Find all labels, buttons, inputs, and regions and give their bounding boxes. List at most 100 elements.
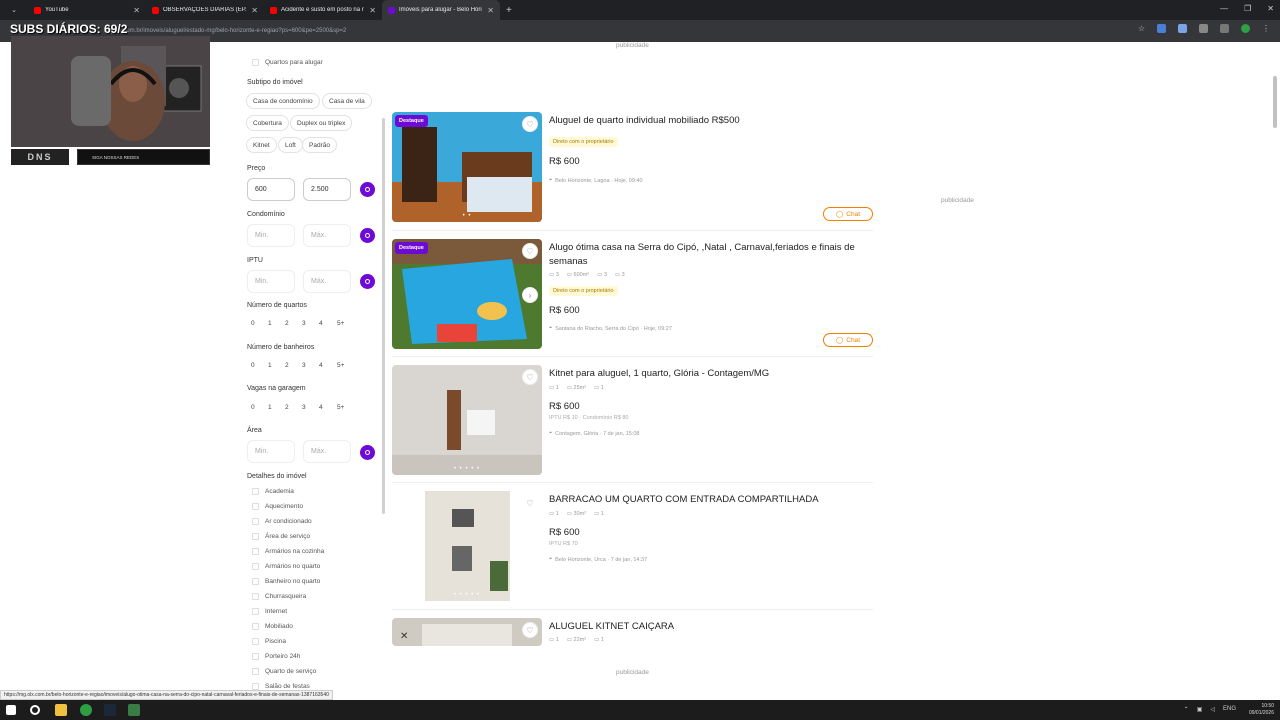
tab-youtube[interactable]: YouTube ✕ [28, 0, 146, 20]
favorite-heart-icon[interactable]: ♡ [522, 622, 538, 638]
listing-photo[interactable] [392, 491, 542, 601]
sidebar-scrollbar[interactable] [382, 118, 385, 514]
chip-padrao[interactable]: Padrão [302, 137, 337, 153]
file-explorer-icon[interactable] [55, 704, 67, 716]
listing-card[interactable]: ♡ • • • • • Kitnet para aluguel, 1 quart… [392, 365, 873, 477]
favorite-heart-icon[interactable]: ♡ [522, 495, 538, 511]
vagas-0[interactable]: 0 [251, 404, 255, 411]
extensions-icon[interactable] [1199, 24, 1208, 33]
chat-button[interactable]: ◯ Chat [823, 333, 873, 347]
iptu-search-button[interactable] [360, 274, 375, 289]
tab-imoveis[interactable]: Imóveis para alugar - Belo Hori ✕ [382, 0, 500, 20]
detalhe-piscina[interactable]: Piscina [252, 638, 286, 645]
quartos-0[interactable]: 0 [251, 320, 255, 327]
windows-start-icon[interactable] [6, 705, 16, 715]
banheiros-0[interactable]: 0 [251, 362, 255, 369]
banheiros-3[interactable]: 3 [302, 362, 306, 369]
detalhe-armarios-cozinha[interactable]: Armários na cozinha [252, 548, 324, 555]
star-icon[interactable]: ☆ [1138, 24, 1145, 33]
clock[interactable]: 10:50 09/01/2026 [1249, 703, 1274, 716]
filter-quartos-para-alugar[interactable]: Quartos para alugar [252, 59, 323, 66]
maximize-button[interactable]: ❐ [1244, 4, 1251, 13]
close-ad-icon[interactable]: ✕ [400, 631, 408, 642]
app-icon[interactable] [128, 704, 140, 716]
detalhe-quarto-servico[interactable]: Quarto de serviço [252, 668, 316, 675]
detalhe-ar-condicionado[interactable]: Ar condicionado [252, 518, 312, 525]
detalhe-area-servico[interactable]: Área de serviço [252, 533, 310, 540]
area-max-input[interactable]: Máx. [303, 440, 351, 463]
listing-photo[interactable] [392, 239, 542, 349]
address-bar[interactable]: mg.olx.com.br/imoveis/aluguel/estado-mg/… [98, 24, 1128, 38]
area-min-input[interactable]: Min. [247, 440, 295, 463]
chevron-up-icon[interactable]: ⌃ [1184, 706, 1189, 713]
detalhe-churrasqueira[interactable]: Churrasqueira [252, 593, 306, 600]
preco-max-input[interactable]: 2.500 [303, 178, 351, 201]
quartos-4[interactable]: 4 [319, 320, 323, 327]
condominio-max-input[interactable]: Máx. [303, 224, 351, 247]
condominio-search-button[interactable] [360, 228, 375, 243]
listing-title[interactable]: ALUGUEL KITNET CAIÇARA [549, 620, 869, 634]
listing-card[interactable]: ♡ ALUGUEL KITNET CAIÇARA ▭ 1 ▭ 22m² ▭ 1 [392, 618, 873, 646]
search-icon[interactable] [30, 705, 40, 715]
sidepanel-icon[interactable] [1220, 24, 1229, 33]
lang-indicator[interactable]: ENG [1223, 706, 1236, 713]
close-tab-icon[interactable]: ✕ [487, 6, 494, 15]
favorite-heart-icon[interactable]: ♡ [522, 243, 538, 259]
chip-duplex[interactable]: Duplex ou triplex [290, 115, 353, 131]
tab-observacoes[interactable]: OBSERVAÇÕES DIÁRIAS (EP. 30 ✕ [146, 0, 264, 20]
extension-icon[interactable] [1178, 24, 1187, 33]
chip-cobertura[interactable]: Cobertura [246, 115, 289, 131]
extension-icon[interactable] [1157, 24, 1166, 33]
new-tab-button[interactable]: + [500, 5, 512, 16]
condominio-min-input[interactable]: Min. [247, 224, 295, 247]
detalhe-aquecimento[interactable]: Aquecimento [252, 503, 303, 510]
steam-icon[interactable] [104, 704, 116, 716]
window-close-button[interactable]: ✕ [1267, 4, 1274, 13]
listing-card[interactable]: ♡ • • • • • BARRACAO UM QUARTO COM ENTRA… [392, 491, 873, 603]
listing-photo[interactable] [392, 618, 542, 646]
banheiros-2[interactable]: 2 [285, 362, 289, 369]
quartos-3[interactable]: 3 [302, 320, 306, 327]
page-scrollbar[interactable] [1273, 76, 1277, 128]
iptu-max-input[interactable]: Máx. [303, 270, 351, 293]
chat-button[interactable]: ◯ Chat [823, 207, 873, 221]
preco-search-button[interactable] [360, 182, 375, 197]
chip-loft[interactable]: Loft [278, 137, 303, 153]
banheiros-4[interactable]: 4 [319, 362, 323, 369]
tab-acidente[interactable]: Acidente e susto em posto na r ✕ [264, 0, 382, 20]
listing-photo[interactable] [392, 365, 542, 475]
detalhe-porteiro[interactable]: Porteiro 24h [252, 653, 300, 660]
listing-card[interactable]: Destaque ♡ • • Aluguel de quarto individ… [392, 112, 873, 224]
avatar[interactable] [1241, 24, 1250, 33]
network-icon[interactable]: ▣ [1197, 706, 1203, 713]
detalhe-salao-festas[interactable]: Salão de festas [252, 683, 310, 690]
listing-card[interactable]: Destaque ♡ › Alugo ótima casa na Serra d… [392, 239, 873, 351]
chrome-icon[interactable] [80, 704, 92, 716]
detalhe-internet[interactable]: Internet [252, 608, 287, 615]
listing-title[interactable]: Kitnet para aluguel, 1 quarto, Glória - … [549, 367, 869, 381]
chip-casa-vila[interactable]: Casa de vila [322, 93, 372, 109]
minimize-button[interactable]: — [1220, 4, 1228, 13]
menu-icon[interactable]: ⋮ [1262, 24, 1270, 33]
quartos-5plus[interactable]: 5+ [337, 320, 344, 327]
banheiros-5plus[interactable]: 5+ [337, 362, 344, 369]
detalhe-mobiliado[interactable]: Mobiliado [252, 623, 293, 630]
vagas-5plus[interactable]: 5+ [337, 404, 344, 411]
detalhe-academia[interactable]: Academia [252, 488, 294, 495]
preco-min-input[interactable]: 600 [247, 178, 295, 201]
iptu-min-input[interactable]: Min. [247, 270, 295, 293]
volume-icon[interactable]: ◁ [1210, 706, 1215, 713]
chip-casa-condominio[interactable]: Casa de condomínio [246, 93, 320, 109]
listing-title[interactable]: Aluguel de quarto individual mobiliado R… [549, 114, 869, 128]
next-photo-icon[interactable]: › [522, 287, 538, 303]
vagas-1[interactable]: 1 [268, 404, 272, 411]
close-tab-icon[interactable]: ✕ [133, 6, 140, 15]
area-search-button[interactable] [360, 445, 375, 460]
listing-photo[interactable] [392, 112, 542, 222]
vagas-3[interactable]: 3 [302, 404, 306, 411]
favorite-heart-icon[interactable]: ♡ [522, 116, 538, 132]
tab-search-icon[interactable]: ⌄ [0, 6, 28, 14]
favorite-heart-icon[interactable]: ♡ [522, 369, 538, 385]
vagas-4[interactable]: 4 [319, 404, 323, 411]
listing-title[interactable]: BARRACAO UM QUARTO COM ENTRADA COMPARTIL… [549, 493, 869, 507]
